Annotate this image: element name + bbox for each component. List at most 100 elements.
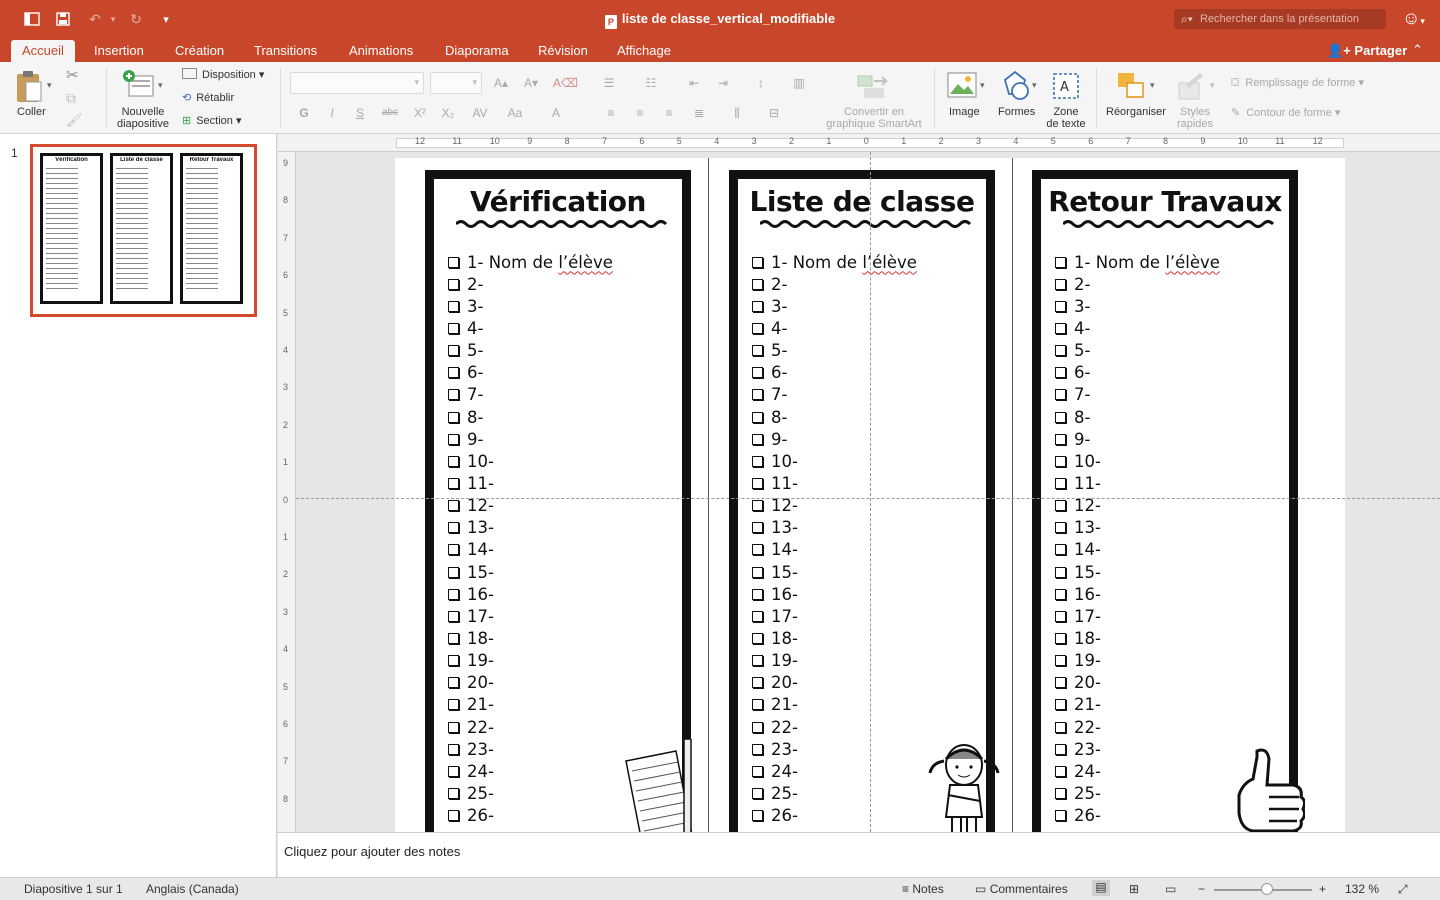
search-input[interactable]: ⌕▾ Rechercher dans la présentation (1174, 9, 1386, 29)
align-left-icon[interactable]: ≡ (600, 103, 622, 123)
tab-transitions[interactable]: Transitions (254, 43, 317, 58)
section-button[interactable]: ⊞ Section ▾ (182, 114, 242, 127)
new-slide-dropdown-icon[interactable]: ▾ (158, 80, 163, 91)
tab-revision[interactable]: Révision (538, 43, 588, 58)
numbering-icon[interactable]: ☷ (640, 73, 662, 93)
tab-accueil[interactable]: Accueil (11, 40, 75, 62)
reading-view-icon[interactable]: ▭ (1165, 882, 1176, 896)
char-spacing-icon[interactable]: AV (469, 103, 491, 123)
checkbox-icon (1055, 566, 1066, 578)
checkbox-icon (752, 566, 763, 578)
increase-indent-icon[interactable]: ⇥ (712, 73, 734, 93)
zoom-slider-thumb[interactable] (1261, 883, 1273, 895)
zoom-out-icon[interactable]: − (1198, 882, 1205, 896)
slide-sorter-icon[interactable]: ⊞ (1129, 882, 1139, 896)
card-title: Retour Travaux (1048, 185, 1282, 218)
bullets-icon[interactable]: ☰ (598, 73, 620, 93)
grow-font-icon[interactable]: A▴ (490, 73, 512, 93)
card-liste-de-classe[interactable]: Liste de classe 1- Nom de l’élève 2- 3- 4- 5… (729, 170, 1000, 832)
line-spacing-icon[interactable]: ↕ (750, 73, 772, 93)
checklist-item: 11- (448, 472, 613, 494)
underline-button[interactable]: S (349, 103, 371, 123)
undo-icon[interactable]: ↶ (86, 10, 104, 28)
paste-label[interactable]: Coller (17, 106, 46, 118)
smartart-label[interactable]: Convertir en graphique SmartArt (822, 106, 926, 130)
share-button[interactable]: 👤+ Partager (1327, 43, 1407, 59)
language-indicator[interactable]: Anglais (Canada) (146, 882, 239, 896)
shapes-icon[interactable] (999, 70, 1031, 102)
card-verification[interactable]: Vérification 1- Nom de l’élève 2- 3- 4- 5- 6-… (425, 170, 693, 832)
format-painter-icon[interactable]: 🖌 (66, 112, 83, 128)
normal-view-icon[interactable]: ▤ (1092, 880, 1110, 896)
ruler-tick-label: 1 (826, 136, 832, 146)
sidebar-toggle-icon[interactable] (23, 10, 41, 28)
paste-icon[interactable] (14, 70, 44, 104)
justify-icon[interactable]: ≣ (688, 103, 710, 123)
undo-dropdown-icon[interactable]: ▾ (104, 10, 122, 28)
textbox-icon[interactable]: A (1052, 72, 1080, 100)
notes-pane[interactable]: Cliquez pour ajouter des notes (278, 832, 1440, 877)
clear-format-icon[interactable]: A⌫ (553, 73, 578, 93)
decrease-indent-icon[interactable]: ⇤ (683, 73, 705, 93)
font-size-select[interactable]: ▾ (430, 72, 482, 94)
shrink-font-icon[interactable]: A▾ (520, 73, 542, 93)
cut-icon[interactable]: ✂ (66, 66, 79, 84)
arrange-icon[interactable] (1116, 71, 1146, 101)
strikethrough-button[interactable]: abc (379, 103, 401, 123)
italic-button[interactable]: I (321, 103, 343, 123)
align-text-icon[interactable]: ⊟ (763, 103, 785, 123)
font-color-icon[interactable]: A (545, 103, 567, 123)
checklist-item: 14- (448, 539, 613, 561)
tab-animations[interactable]: Animations (349, 43, 413, 58)
change-case-icon[interactable]: Aa (504, 103, 526, 123)
layout-button[interactable]: Disposition ▾ (182, 68, 264, 81)
superscript-icon[interactable]: X² (409, 103, 431, 123)
image-label[interactable]: Image (949, 106, 980, 118)
bold-button[interactable]: G (293, 103, 315, 123)
image-icon[interactable] (947, 72, 977, 98)
quick-styles-label[interactable]: Styles rapides (1175, 106, 1215, 130)
tab-diaporama[interactable]: Diaporama (445, 43, 509, 58)
notes-toggle[interactable]: ≡ Notes (902, 882, 944, 896)
new-slide-label[interactable]: Nouvelle diapositive (116, 106, 170, 130)
notes-placeholder[interactable]: Cliquez pour ajouter des notes (284, 844, 460, 859)
zoom-level[interactable]: 132 % (1345, 882, 1379, 896)
align-center-icon[interactable]: ≡ (629, 103, 651, 123)
subscript-icon[interactable]: X₂ (437, 103, 459, 123)
card-retour-travaux[interactable]: Retour Travaux 1- Nom de l’élève 2- 3- 4- 5-… (1032, 170, 1305, 832)
feedback-smiley-icon[interactable]: ☺▾ (1402, 8, 1425, 29)
checkbox-icon (1055, 588, 1066, 600)
reset-button[interactable]: ⟲ Rétablir (182, 91, 234, 104)
font-family-select[interactable]: ▾ (290, 72, 424, 94)
save-icon[interactable] (54, 10, 72, 28)
shape-fill-button[interactable]: ⛋ Remplissage de forme ▾ (1231, 76, 1364, 90)
arrange-label[interactable]: Réorganiser (1106, 106, 1166, 118)
checkbox-icon (1055, 477, 1066, 489)
fit-to-window-icon[interactable]: ⤢ (1398, 882, 1408, 897)
shapes-label[interactable]: Formes (998, 106, 1035, 118)
text-direction-icon[interactable]: ⫼ (726, 103, 748, 123)
tab-insertion[interactable]: Insertion (94, 43, 144, 58)
slide-thumbnail[interactable]: Vérification Liste de classe Retour Trav… (30, 144, 257, 317)
comments-toggle[interactable]: ▭ Commentaires (975, 882, 1068, 896)
image-dropdown-icon[interactable]: ▾ (980, 80, 985, 91)
redo-icon[interactable]: ↻ (127, 10, 145, 28)
shape-outline-button[interactable]: ✎ Contour de forme ▾ (1231, 106, 1340, 119)
zoom-in-icon[interactable]: + (1319, 882, 1326, 896)
align-right-icon[interactable]: ≡ (658, 103, 680, 123)
paste-dropdown-icon[interactable]: ▾ (47, 80, 52, 91)
copy-icon[interactable]: ⧉ (66, 90, 76, 107)
shapes-dropdown-icon[interactable]: ▾ (1032, 80, 1037, 91)
new-slide-icon[interactable] (121, 68, 155, 100)
textbox-label[interactable]: Zone de texte (1043, 106, 1089, 130)
checkbox-icon (448, 477, 459, 489)
quick-styles-icon[interactable] (1176, 71, 1206, 101)
quick-styles-dropdown-icon[interactable]: ▾ (1210, 80, 1215, 91)
tab-creation[interactable]: Création (175, 43, 224, 58)
arrange-dropdown-icon[interactable]: ▾ (1150, 80, 1155, 91)
collapse-ribbon-icon[interactable]: ⌃ (1412, 42, 1423, 58)
columns-icon[interactable]: ▥ (788, 73, 810, 93)
customize-toolbar-icon[interactable]: ▾ (157, 10, 175, 28)
smartart-icon[interactable] (856, 72, 892, 100)
tab-affichage[interactable]: Affichage (617, 43, 671, 58)
